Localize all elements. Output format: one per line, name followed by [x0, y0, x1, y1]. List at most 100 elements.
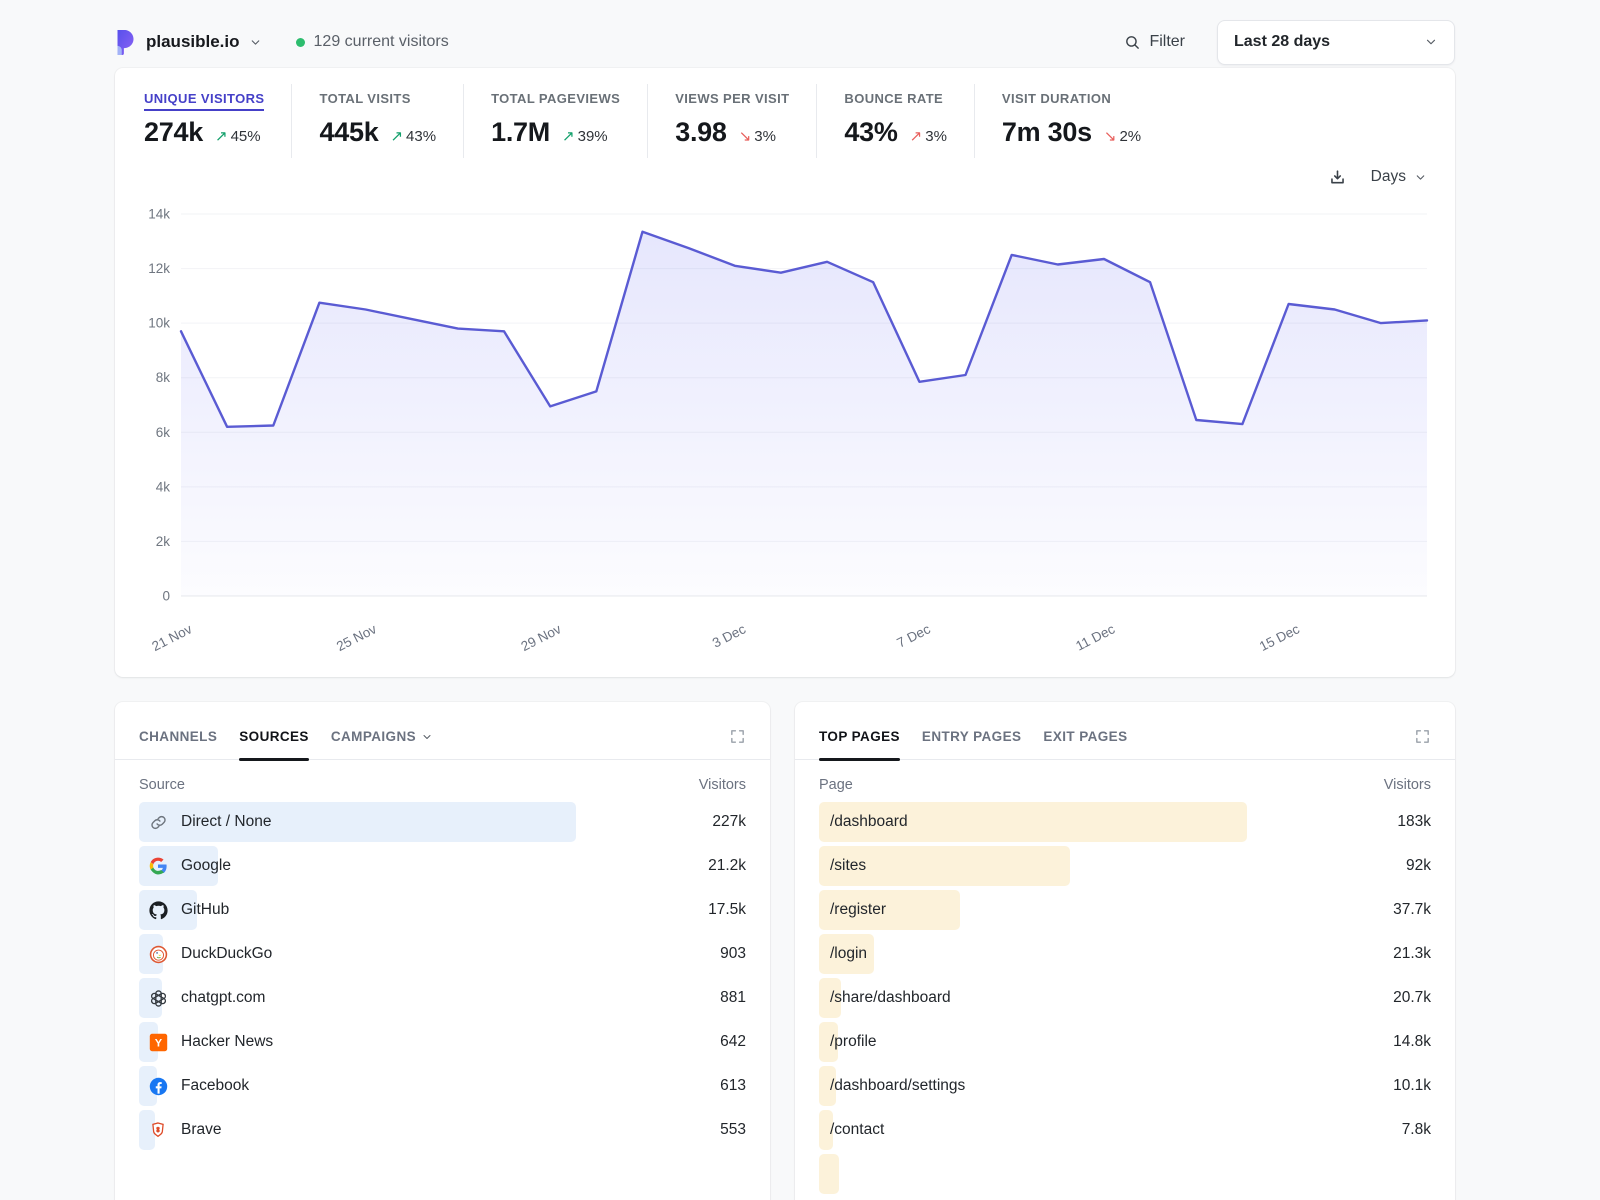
- svg-text:4k: 4k: [156, 479, 171, 494]
- source-row-duckduckgo[interactable]: DuckDuckGo 903: [139, 934, 746, 974]
- stat-views-per-visit[interactable]: VIEWS PER VISIT3.98↘3%: [647, 84, 816, 158]
- live-dot-icon: [296, 38, 305, 47]
- svg-text:14k: 14k: [148, 207, 170, 222]
- stat-value: 274k: [144, 117, 203, 148]
- overview-card: UNIQUE VISITORS274k↗45%TOTAL VISITS445k↗…: [115, 68, 1455, 677]
- stat-label: TOTAL VISITS: [319, 91, 410, 106]
- stat-change: ↗39%: [562, 127, 608, 145]
- stat-label: TOTAL PAGEVIEWS: [491, 91, 620, 106]
- stat-change: ↘2%: [1104, 127, 1141, 145]
- svg-text:8k: 8k: [156, 370, 171, 385]
- stat-label: VIEWS PER VISIT: [675, 91, 789, 106]
- source-row-github[interactable]: GitHub 17.5k: [139, 890, 746, 930]
- filter-label: Filter: [1149, 33, 1185, 51]
- svg-text:7 Dec: 7 Dec: [894, 621, 932, 650]
- page-row-dashboardsettings[interactable]: /dashboard/settings10.1k: [819, 1066, 1431, 1106]
- stats-row: UNIQUE VISITORS274k↗45%TOTAL VISITS445k↗…: [115, 84, 1455, 158]
- stat-change: ↗43%: [390, 127, 436, 145]
- svg-text:21 Nov: 21 Nov: [149, 621, 194, 654]
- current-visitors[interactable]: 129 current visitors: [296, 33, 449, 51]
- stat-label: UNIQUE VISITORS: [144, 91, 264, 111]
- trend-arrow-icon: ↗: [390, 127, 403, 145]
- plausible-logo-icon: [115, 29, 137, 56]
- tab-campaigns[interactable]: CAMPAIGNS: [331, 729, 433, 744]
- stat-change: ↗3%: [910, 127, 947, 145]
- stat-change: ↘3%: [739, 127, 776, 145]
- page-row-partial[interactable]: [819, 1154, 1431, 1194]
- trend-arrow-icon: ↘: [1104, 127, 1117, 145]
- date-range-picker[interactable]: Last 28 days: [1217, 20, 1455, 65]
- pages-col-header: Page: [819, 777, 853, 793]
- svg-text:0: 0: [162, 589, 170, 604]
- sources-tabs: CHANNELS SOURCES CAMPAIGNS: [139, 729, 433, 744]
- page-row-contact[interactable]: /contact7.8k: [819, 1110, 1431, 1150]
- download-button[interactable]: [1328, 168, 1347, 187]
- visitors-chart[interactable]: 02k4k6k8k10k12k14k21 Nov25 Nov29 Nov3 De…: [115, 192, 1455, 663]
- chart-controls: Days: [115, 158, 1455, 192]
- stat-total-pageviews[interactable]: TOTAL PAGEVIEWS 1.7M ↗39%: [463, 84, 647, 158]
- svg-text:25 Nov: 25 Nov: [334, 621, 379, 654]
- bottom-panels: CHANNELS SOURCES CAMPAIGNS Source Visito…: [115, 702, 1455, 1200]
- link-icon: [148, 812, 168, 832]
- interval-picker[interactable]: Days: [1371, 168, 1427, 186]
- duckduckgo-icon: [148, 944, 168, 964]
- source-row-chatgpt[interactable]: chatgpt.com 881: [139, 978, 746, 1018]
- stat-bounce-rate[interactable]: BOUNCE RATE43%↗3%: [816, 84, 974, 158]
- svg-text:12k: 12k: [148, 261, 170, 276]
- tab-exit-pages[interactable]: EXIT PAGES: [1043, 729, 1127, 744]
- page-row-login[interactable]: /login21.3k: [819, 934, 1431, 974]
- svg-text:3 Dec: 3 Dec: [710, 621, 748, 650]
- svg-text:Y: Y: [154, 1037, 162, 1049]
- top-bar: plausible.io 129 current visitors Filter…: [115, 0, 1455, 64]
- tab-channels[interactable]: CHANNELS: [139, 729, 217, 744]
- current-visitors-label: 129 current visitors: [314, 33, 449, 51]
- tab-entry-pages[interactable]: ENTRY PAGES: [922, 729, 1021, 744]
- tab-top-pages[interactable]: TOP PAGES: [819, 729, 900, 744]
- date-range-value: Last 28 days: [1234, 33, 1330, 51]
- page-row-dashboard[interactable]: /dashboard183k: [819, 802, 1431, 842]
- chevron-down-icon: [421, 731, 433, 743]
- pages-panel: TOP PAGES ENTRY PAGES EXIT PAGES Page Vi…: [795, 702, 1455, 1200]
- stat-value: 7m 30s: [1002, 117, 1092, 148]
- stat-value: 1.7M: [491, 117, 550, 148]
- sources-panel: CHANNELS SOURCES CAMPAIGNS Source Visito…: [115, 702, 770, 1200]
- stat-unique-visitors[interactable]: UNIQUE VISITORS274k↗45%: [117, 84, 291, 158]
- tab-sources[interactable]: SOURCES: [239, 729, 309, 744]
- trend-arrow-icon: ↗: [215, 127, 228, 145]
- sources-list: Direct / None 227k Google 21.2k: [139, 802, 746, 1150]
- trend-arrow-icon: ↗: [562, 127, 575, 145]
- source-row-brave[interactable]: Brave 553: [139, 1110, 746, 1150]
- site-picker[interactable]: plausible.io: [115, 29, 262, 56]
- visitors-col-header: Visitors: [699, 777, 746, 793]
- svg-text:11 Dec: 11 Dec: [1073, 621, 1117, 653]
- expand-icon[interactable]: [729, 728, 746, 745]
- filter-button[interactable]: Filter: [1124, 33, 1185, 51]
- stat-label: VISIT DURATION: [1002, 91, 1111, 106]
- visitors-col-header: Visitors: [1384, 777, 1431, 793]
- source-row-facebook[interactable]: Facebook 613: [139, 1066, 746, 1106]
- page-row-sites[interactable]: /sites92k: [819, 846, 1431, 886]
- stat-visit-duration[interactable]: VISIT DURATION 7m 30s ↘2%: [974, 84, 1168, 158]
- chevron-down-icon: [1424, 35, 1438, 49]
- github-icon: [148, 900, 168, 920]
- dashboard: plausible.io 129 current visitors Filter…: [115, 0, 1455, 1200]
- stat-total-visits[interactable]: TOTAL VISITS 445k ↗43%: [291, 84, 463, 158]
- source-row-direct[interactable]: Direct / None 227k: [139, 802, 746, 842]
- expand-icon[interactable]: [1414, 728, 1431, 745]
- stat-value: 445k: [319, 117, 378, 148]
- page-row-sharedashboard[interactable]: /share/dashboard20.7k: [819, 978, 1431, 1018]
- source-row-google[interactable]: Google 21.2k: [139, 846, 746, 886]
- brave-icon: [148, 1120, 168, 1140]
- stat-value: 43%: [844, 117, 897, 148]
- chatgpt-icon: [148, 988, 168, 1008]
- page-row-register[interactable]: /register37.7k: [819, 890, 1431, 930]
- trend-arrow-icon: ↘: [739, 127, 752, 145]
- search-icon: [1124, 34, 1141, 51]
- trend-arrow-icon: ↗: [910, 127, 923, 145]
- source-row-hackernews[interactable]: Y Hacker News 642: [139, 1022, 746, 1062]
- facebook-icon: [148, 1076, 168, 1096]
- page-row-profile[interactable]: /profile14.8k: [819, 1022, 1431, 1062]
- hackernews-icon: Y: [148, 1032, 168, 1052]
- site-name: plausible.io: [146, 32, 240, 52]
- pages-tabs: TOP PAGES ENTRY PAGES EXIT PAGES: [819, 729, 1127, 744]
